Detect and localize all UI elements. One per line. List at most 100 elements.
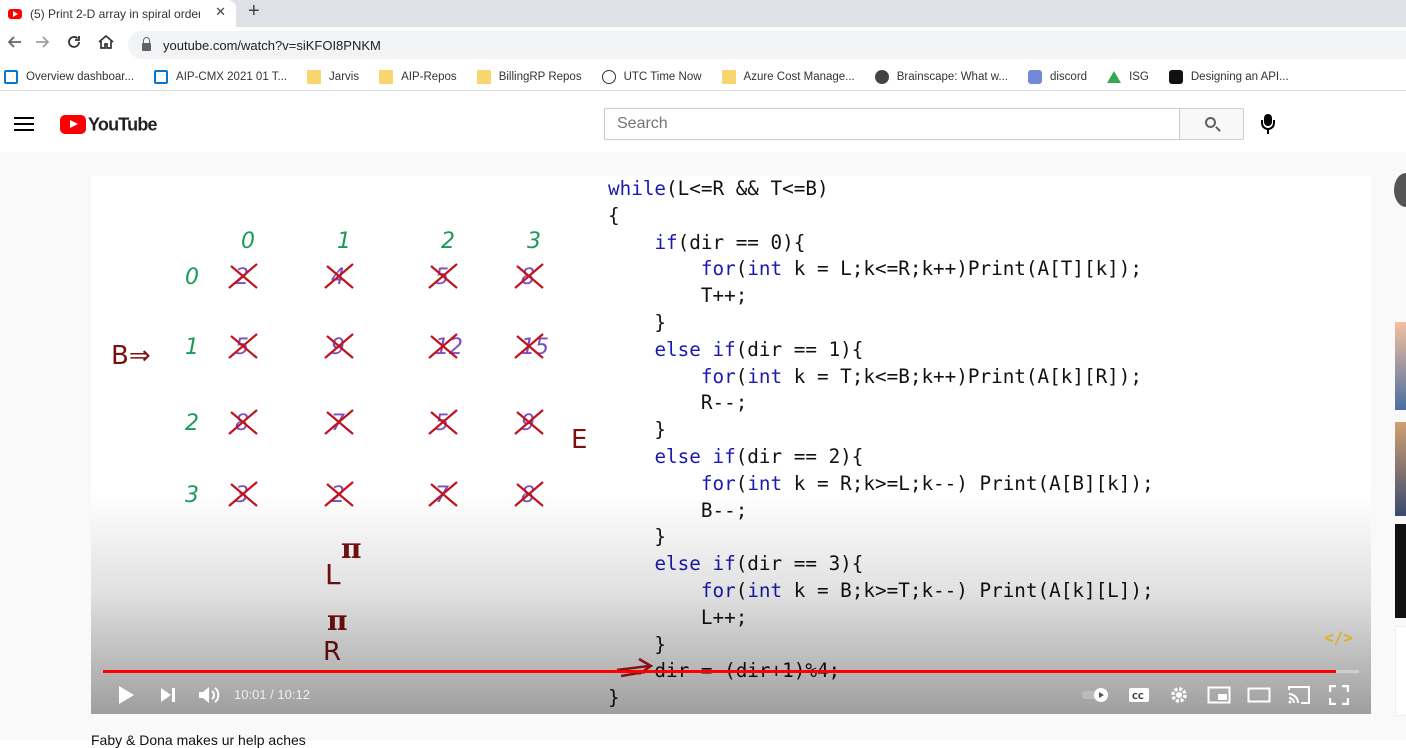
- bookmark-label: AIP-Repos: [401, 70, 457, 83]
- bookmark-item[interactable]: AIP-Repos: [379, 69, 457, 84]
- code-line: L++;: [608, 605, 748, 629]
- tab-close-icon[interactable]: ✕: [215, 4, 226, 20]
- code-line: T++;: [608, 284, 748, 308]
- fullscreen-icon: [1329, 685, 1349, 705]
- fullscreen-button[interactable]: [1325, 679, 1353, 711]
- theater-mode-button[interactable]: [1245, 679, 1273, 711]
- skip-next-icon: [161, 688, 175, 702]
- forward-arrow-icon[interactable]: [31, 34, 53, 56]
- bookmark-item[interactable]: BillingRP Repos: [476, 69, 582, 84]
- code-line: }: [608, 310, 667, 334]
- volume-button[interactable]: [195, 679, 223, 711]
- current-time: 10:01: [234, 687, 267, 702]
- bookmark-label: UTC Time Now: [623, 70, 702, 83]
- r-pointer-label: R: [323, 637, 341, 667]
- bookmark-label: AIP-CMX 2021 01 T...: [176, 70, 288, 83]
- logo-text: YouTube: [88, 113, 158, 135]
- next-button[interactable]: [155, 679, 181, 711]
- gear-icon: [1171, 687, 1187, 703]
- column-index: 0: [241, 229, 255, 254]
- progress-fill: [103, 670, 1337, 673]
- search-button[interactable]: [1179, 108, 1244, 140]
- bookmark-item[interactable]: discord: [1027, 69, 1088, 84]
- voice-search-mic-icon[interactable]: [1260, 114, 1276, 136]
- bookmark-label: Jarvis: [329, 70, 360, 83]
- youtube-header: YouTube: [0, 92, 1406, 152]
- code-line: else if(dir == 2){: [654, 444, 864, 468]
- recommendation-thumbnail[interactable]: [1395, 322, 1406, 410]
- code-listing: while(L<=R && T<=B) { if(dir == 0){ for(i…: [608, 176, 1154, 712]
- new-tab-button[interactable]: +: [248, 1, 260, 21]
- bookmark-item[interactable]: Azure Cost Manage...: [721, 69, 855, 84]
- column-index: 1: [337, 229, 351, 254]
- browser-tab-bar: (5) Print 2-D array in spiral order ✕ +: [0, 0, 1406, 27]
- autoplay-toggle[interactable]: [1079, 679, 1113, 711]
- recommendation-thumbnail[interactable]: [1395, 626, 1406, 716]
- bookmark-item[interactable]: Jarvis: [307, 69, 360, 84]
- matrix-cell: 12: [435, 335, 463, 360]
- miniplayer-button[interactable]: [1205, 679, 1233, 711]
- code-line: for(int k = R;k>=L;k--) Print(A[B][k]);: [700, 471, 1154, 495]
- column-index: 3: [527, 229, 541, 254]
- recommendation-thumbnail[interactable]: [1395, 218, 1406, 310]
- folder-icon: [721, 69, 736, 84]
- lock-icon: [142, 37, 151, 51]
- url-omnibox[interactable]: youtube.com/watch?v=siKFOI8PNKM: [128, 31, 1406, 59]
- settings-button[interactable]: [1165, 679, 1193, 711]
- play-button[interactable]: [113, 679, 139, 711]
- progress-bar[interactable]: [103, 670, 1359, 673]
- code-line: for(int k = T;k<=B;k++)Print(A[k][R]);: [700, 364, 1142, 388]
- hamburger-menu-icon[interactable]: [14, 117, 34, 131]
- bookmark-item[interactable]: AIP-CMX 2021 01 T...: [154, 69, 288, 84]
- handwritten-matrix: 0123 0123 2 4 5 85 9 12 158 7 5 93 2 7 8 B⇒ E π L π …: [111, 229, 587, 667]
- row-index: 1: [185, 335, 199, 360]
- back-arrow-icon[interactable]: [4, 34, 26, 56]
- robot-icon: [874, 69, 889, 84]
- captions-button[interactable]: CC: [1125, 679, 1153, 711]
- search-input[interactable]: [604, 108, 1180, 140]
- browser-tab[interactable]: (5) Print 2-D array in spiral order ✕: [0, 0, 236, 27]
- volume-icon: [199, 687, 220, 703]
- autoplay-toggle-icon: [1082, 688, 1108, 702]
- time-separator: /: [266, 687, 278, 702]
- recommendation-thumbnail[interactable]: [1395, 422, 1406, 516]
- play-icon: [119, 686, 134, 704]
- e-pointer-label: E: [571, 425, 587, 455]
- bookmark-item[interactable]: Brainscape: What w...: [874, 69, 1008, 84]
- bookmark-item[interactable]: UTC Time Now: [601, 69, 702, 84]
- row-index: 3: [185, 483, 199, 508]
- cast-button[interactable]: [1285, 679, 1313, 711]
- folder-icon: [379, 69, 394, 84]
- bookmark-item[interactable]: ISG: [1107, 70, 1149, 83]
- reload-icon[interactable]: [63, 34, 85, 56]
- youtube-favicon-icon: [8, 8, 22, 19]
- player-controls: 10:01 / 10:12 CC: [91, 679, 1371, 711]
- bookmark-label: discord: [1049, 70, 1088, 83]
- bookmark-item[interactable]: Designing an API...: [1168, 69, 1289, 84]
- recommendation-thumbnail[interactable]: [1395, 524, 1406, 618]
- youtube-play-logo-icon: [60, 115, 86, 134]
- code-line: }: [608, 632, 667, 656]
- home-icon[interactable]: [95, 34, 117, 56]
- code-line: B--;: [608, 498, 748, 522]
- captions-icon: CC: [1129, 688, 1149, 702]
- clock-icon: [601, 69, 616, 84]
- youtube-logo[interactable]: YouTube: [60, 113, 158, 135]
- azure-devops-icon: [4, 69, 18, 84]
- bookmark-label: Overview dashboar...: [26, 70, 135, 83]
- cast-icon: [1288, 686, 1310, 704]
- up-arrow-mark: π: [341, 532, 362, 565]
- bookmark-item[interactable]: Overview dashboar...: [4, 69, 135, 84]
- url-text: youtube.com/watch?v=siKFOI8PNKM: [163, 37, 381, 53]
- up-arrow-mark: π: [327, 604, 348, 637]
- bookmark-label: Designing an API...: [1190, 70, 1289, 83]
- code-line: while(L<=R && T<=B): [608, 177, 829, 200]
- miniplayer-icon: [1207, 686, 1231, 704]
- tab-title: (5) Print 2-D array in spiral order: [30, 6, 200, 21]
- code-line: }: [608, 418, 667, 442]
- folder-icon: [476, 69, 491, 84]
- discord-icon: [1027, 69, 1042, 84]
- row-index: 0: [185, 265, 199, 290]
- video-player[interactable]: 0123 0123 2 4 5 8 5 9 12 15 8 7 5 9 3 2 7 8 B⇒ E π L π …: [91, 176, 1371, 714]
- drive-icon: [1107, 70, 1122, 83]
